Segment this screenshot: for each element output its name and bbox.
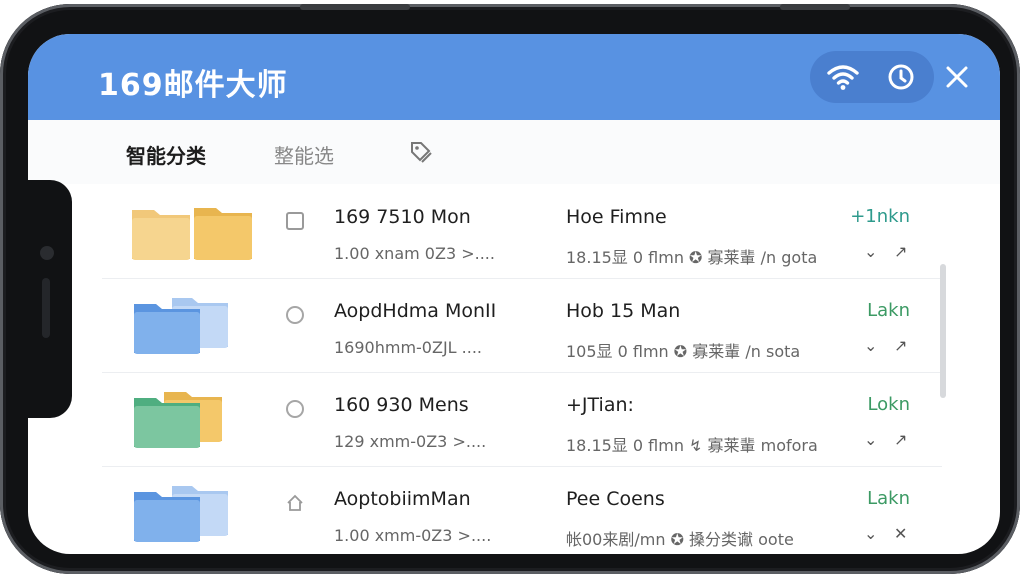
- item-sender: +JTian:: [566, 394, 634, 416]
- item-meta: 帐00来剧/mn ✪ 搡分类谳 oote: [566, 530, 794, 549]
- item-meta: 105显 0 flmn ✪ 寡莱輩 /n sota: [566, 342, 801, 361]
- app-screen: 169邮件大师 智能分类 整能选 169 7510 Mon 1.00 xnam …: [28, 34, 1000, 554]
- folder-list: 169 7510 Mon 1.00 xnam 0Z3 >.... Hoe Fim…: [102, 186, 964, 554]
- edit-tag-icon[interactable]: [406, 138, 434, 166]
- tab-bar: 智能分类 整能选: [28, 120, 1000, 184]
- item-subtitle: 1690hmm-0ZJL ....: [334, 338, 483, 357]
- item-sender: Hoe Fimne: [566, 206, 667, 228]
- folder-icon: [134, 298, 228, 354]
- list-item[interactable]: AopdHdma MonII 1690hmm-0ZJL .... Hob 15 …: [102, 280, 942, 373]
- chevron-down-icon[interactable]: ⌄: [864, 242, 877, 261]
- scrollbar[interactable]: [940, 264, 946, 398]
- side-button: [780, 4, 850, 10]
- chevron-down-icon[interactable]: ⌄: [864, 524, 877, 543]
- close-icon[interactable]: [944, 64, 970, 90]
- item-status: Lakn: [867, 488, 910, 509]
- wifi-icon[interactable]: [826, 63, 860, 91]
- item-name: 160 930 Mens: [334, 394, 469, 416]
- item-name: 169 7510 Mon: [334, 206, 471, 228]
- select-radio[interactable]: [286, 400, 304, 418]
- item-status: +1nkn: [850, 206, 910, 227]
- chevron-down-icon[interactable]: ⌄: [864, 430, 877, 449]
- close-small-icon[interactable]: ✕: [894, 524, 907, 543]
- phone-notch: [28, 180, 72, 418]
- speaker-grille: [42, 278, 50, 338]
- list-item[interactable]: 160 930 Mens 129 xmm-0Z3 >.... +JTian: 1…: [102, 374, 942, 467]
- item-name: AoptobiimMan: [334, 488, 471, 510]
- item-status: Lakn: [867, 300, 910, 321]
- chevron-down-icon[interactable]: ⌄: [864, 336, 877, 355]
- tab-filter[interactable]: 整能选: [274, 140, 334, 169]
- item-status: Lokn: [867, 394, 910, 415]
- list-item[interactable]: 169 7510 Mon 1.00 xnam 0Z3 >.... Hoe Fim…: [102, 186, 942, 279]
- item-sender: Hob 15 Man: [566, 300, 681, 322]
- arrow-up-right-icon[interactable]: ↗: [894, 430, 907, 449]
- select-radio[interactable]: [286, 306, 304, 324]
- select-checkbox[interactable]: [286, 212, 304, 230]
- folder-icon: [134, 392, 222, 448]
- refresh-icon[interactable]: [886, 62, 916, 92]
- phone-frame: 169邮件大师 智能分类 整能选 169 7510 Mon 1.00 xnam …: [0, 4, 1020, 574]
- camera-icon: [40, 246, 54, 260]
- folder-icon: [132, 208, 252, 260]
- item-subtitle: 1.00 xnam 0Z3 >....: [334, 244, 495, 263]
- folder-icon: [134, 486, 228, 542]
- arrow-up-right-icon[interactable]: ↗: [894, 336, 907, 355]
- side-button: [300, 4, 410, 10]
- item-meta: 18.15显 0 flmn ✪ 寡莱輩 /n gota: [566, 248, 818, 267]
- item-sender: Pee Coens: [566, 488, 665, 510]
- item-subtitle: 129 xmm-0Z3 >....: [334, 432, 487, 451]
- item-subtitle: 1.00 xmm-0Z3 >....: [334, 526, 492, 545]
- home-icon[interactable]: [286, 494, 304, 512]
- item-name: AopdHdma MonII: [334, 300, 497, 322]
- item-meta: 18.15显 0 flmn ↯ 寡莱輩 mofora: [566, 436, 818, 455]
- tab-smart-category[interactable]: 智能分类: [126, 140, 206, 169]
- app-title: 169邮件大师: [98, 68, 288, 103]
- list-item[interactable]: AoptobiimMan 1.00 xmm-0Z3 >.... Pee Coen…: [102, 468, 942, 554]
- app-header: 169邮件大师: [28, 34, 1000, 120]
- arrow-up-right-icon[interactable]: ↗: [894, 242, 907, 261]
